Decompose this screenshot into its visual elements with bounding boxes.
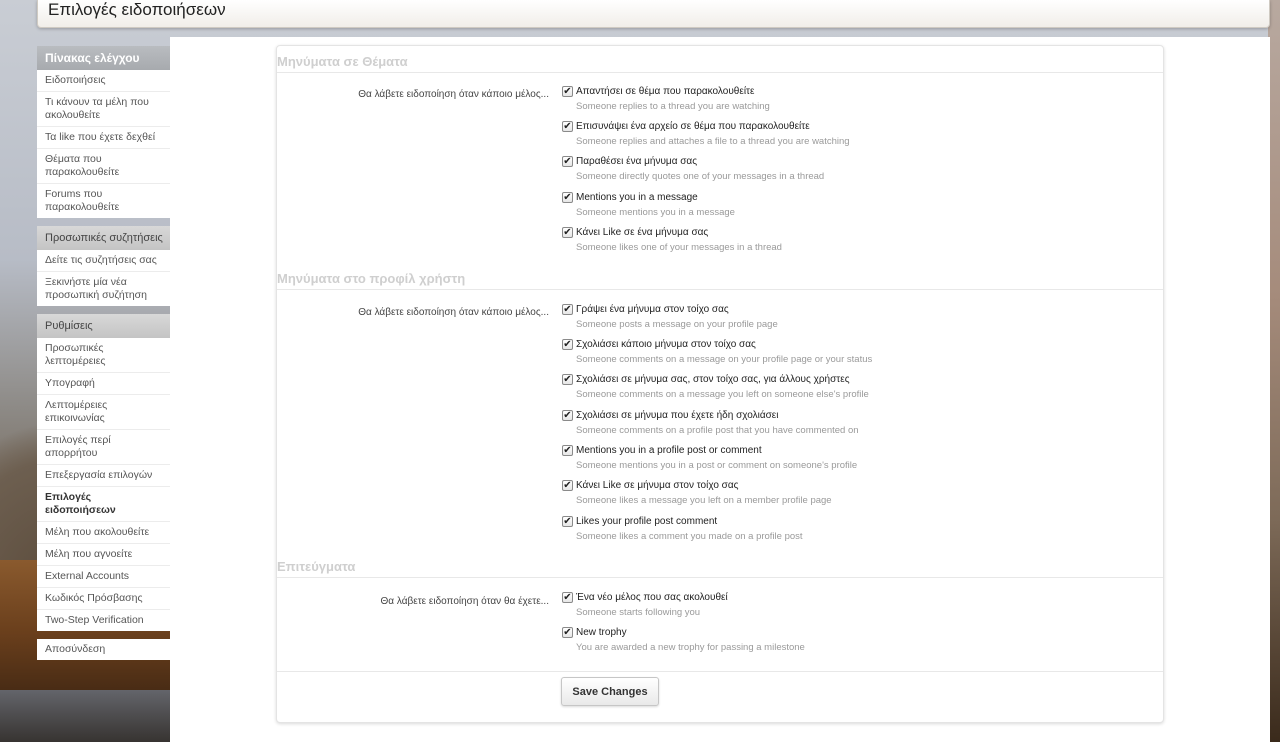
option-label[interactable]: Κάνει Like σε ένα μήνυμα σας: [576, 227, 708, 238]
page-title: Επιλογές ειδοποιήσεων: [48, 0, 226, 19]
alert-option: ✔ Mentions you in a message Someone mentio…: [562, 192, 1152, 224]
checkbox[interactable]: ✔: [562, 480, 573, 491]
alert-option: ✔ Παραθέσει ένα μήνυμα σας Someone directl…: [562, 156, 1152, 188]
checkbox[interactable]: ✔: [562, 445, 573, 456]
row-label-threads: Θα λάβετε ειδοποίηση όταν κάποιο μέλος..…: [358, 89, 549, 100]
sidebar-item-two-step[interactable]: Two-Step Verification: [37, 610, 170, 631]
option-hint: You are awarded a new trophy for passing…: [576, 642, 805, 653]
option-hint: Someone comments on a message on your pr…: [576, 354, 873, 365]
alert-option: ✔ Likes your profile post comment Someone …: [562, 516, 1152, 548]
alert-option: ✔ Mentions you in a profile post or comme…: [562, 445, 1152, 477]
option-label[interactable]: Κάνει Like σε μήνυμα στον τοίχο σας: [576, 480, 738, 491]
checkbox[interactable]: ✔: [562, 192, 573, 203]
option-label[interactable]: Ένα νέο μέλος που σας ακολουθεί: [576, 592, 728, 603]
sidebar-block-logout: Αποσύνδεση: [37, 639, 170, 660]
checkbox[interactable]: ✔: [562, 374, 573, 385]
option-label[interactable]: Mentions you in a profile post or commen…: [576, 445, 762, 456]
row-label-profile: Θα λάβετε ειδοποίηση όταν κάποιο μέλος..…: [358, 307, 549, 318]
option-hint: Someone posts a message on your profile …: [576, 319, 778, 330]
option-label[interactable]: Mentions you in a message: [576, 192, 698, 203]
option-label[interactable]: Likes your profile post comment: [576, 516, 717, 527]
sidebar-item-privacy[interactable]: Επιλογές περί απορρήτου: [37, 430, 170, 465]
sidebar-block-control-panel: Πίνακας ελέγχου Ειδοποιήσεις Τι κάνουν τ…: [37, 46, 170, 218]
sidebar-heading-settings[interactable]: Ρυθμίσεις: [37, 314, 170, 338]
alert-option: ✔ Κάνει Like σε ένα μήνυμα σας Someone lik…: [562, 227, 1152, 259]
section-title-profile: Μηνύματα στο προφίλ χρήστη: [277, 268, 1163, 290]
checkbox[interactable]: ✔: [562, 410, 573, 421]
save-changes-button[interactable]: Save Changes: [561, 677, 659, 706]
option-hint: Someone likes a message you left on a me…: [576, 495, 832, 506]
option-hint: Someone starts following you: [576, 607, 701, 618]
alert-option: ✔ Γράψει ένα μήνυμα στον τοίχο σας Someone…: [562, 304, 1152, 336]
sidebar-item-personal-details[interactable]: Προσωπικές λεπτομέρειες: [37, 338, 170, 373]
section-title-threads: Μηνύματα σε Θέματα: [277, 51, 1163, 73]
sidebar-item-signature[interactable]: Υπογραφή: [37, 373, 170, 395]
sidebar-heading-control-panel[interactable]: Πίνακας ελέγχου: [37, 46, 170, 70]
sidebar-heading-conversations[interactable]: Προσωπικές συζητήσεις: [37, 226, 170, 250]
sidebar-item-alert-preferences[interactable]: Επιλογές ειδοποιήσεων: [37, 487, 170, 522]
sidebar-item-view-conversations[interactable]: Δείτε τις συζητήσεις σας: [37, 250, 170, 272]
sidebar: Πίνακας ελέγχου Ειδοποιήσεις Τι κάνουν τ…: [37, 46, 170, 668]
sidebar-item-external-accounts[interactable]: External Accounts: [37, 566, 170, 588]
option-hint: Someone likes one of your messages in a …: [576, 242, 782, 253]
checkbox[interactable]: ✔: [562, 516, 573, 527]
alert-preferences-form: Save Changes Μηνύματα σε Θέματα Θα λάβετε…: [276, 45, 1164, 723]
option-hint: Someone replies and attaches a file to a…: [576, 136, 850, 147]
option-label[interactable]: Γράψει ένα μήνυμα στον τοίχο σας: [576, 304, 729, 315]
checkbox[interactable]: ✔: [562, 156, 573, 167]
alert-option: ✔ Σχολιάσει σε μήνυμα σας, στον τοίχο σας…: [562, 374, 1152, 406]
checkbox[interactable]: ✔: [562, 304, 573, 315]
sidebar-item-preferences[interactable]: Επεξεργασία επιλογών: [37, 465, 170, 487]
alert-option: ✔ Επισυνάψει ένα αρχείο σε θέμα που παρακ…: [562, 121, 1152, 153]
option-label[interactable]: Σχολιάσει σε μήνυμα που έχετε ήδη σχολιά…: [576, 410, 778, 421]
option-hint: Someone comments on a message you left o…: [576, 389, 869, 400]
sidebar-block-conversations: Προσωπικές συζητήσεις Δείτε τις συζητήσε…: [37, 226, 170, 306]
sidebar-item-watched-threads[interactable]: Θέματα που παρακολουθείτε: [37, 149, 170, 184]
sidebar-item-start-conversation[interactable]: Ξεκινήστε μία νέα προσωπική συζήτηση: [37, 272, 170, 306]
sidebar-item-watched-forums[interactable]: Forums που παρακολουθείτε: [37, 184, 170, 218]
sidebar-item-following[interactable]: Μέλη που ακολουθείτε: [37, 522, 170, 544]
checkbox[interactable]: ✔: [562, 339, 573, 350]
sidebar-item-alerts[interactable]: Ειδοποιήσεις: [37, 70, 170, 92]
option-label[interactable]: Επισυνάψει ένα αρχείο σε θέμα που παρακο…: [576, 121, 810, 132]
option-hint: Someone mentions you in a message: [576, 207, 735, 218]
option-hint: Someone likes a comment you made on a pr…: [576, 531, 803, 542]
option-label[interactable]: Παραθέσει ένα μήνυμα σας: [576, 156, 697, 167]
alert-option: ✔ Ένα νέο μέλος που σας ακολουθεί Someone …: [562, 592, 1152, 624]
page-header: Επιλογές ειδοποιήσεων: [37, 0, 1270, 28]
option-label[interactable]: Απαντήσει σε θέμα που παρακολουθείτε: [576, 86, 754, 97]
checkbox[interactable]: ✔: [562, 227, 573, 238]
checkbox[interactable]: ✔: [562, 86, 573, 97]
alert-option: ✔ New trophy You are awarded a new trophy …: [562, 627, 1152, 659]
sidebar-block-settings: Ρυθμίσεις Προσωπικές λεπτομέρειες Υπογρα…: [37, 314, 170, 631]
sidebar-item-logout[interactable]: Αποσύνδεση: [37, 639, 170, 660]
sidebar-item-news-feed[interactable]: Τι κάνουν τα μέλη που ακολουθείτε: [37, 92, 170, 127]
checkbox[interactable]: ✔: [562, 592, 573, 603]
option-label[interactable]: New trophy: [576, 627, 627, 638]
sidebar-item-likes-received[interactable]: Τα like που έχετε δεχθεί: [37, 127, 170, 149]
section-title-achievements: Επιτεύγματα: [277, 556, 1163, 578]
background-water: [0, 690, 175, 742]
submit-bar: Save Changes: [277, 671, 1163, 723]
alert-option: ✔ Κάνει Like σε μήνυμα στον τοίχο σας Some…: [562, 480, 1152, 512]
option-hint: Someone comments on a profile post that …: [576, 425, 859, 436]
option-label[interactable]: Σχολιάσει σε μήνυμα σας, στον τοίχο σας,…: [576, 374, 850, 385]
option-hint: Someone replies to a thread you are watc…: [576, 101, 770, 112]
sidebar-item-contact-details[interactable]: Λεπτομέρειες επικοινωνίας: [37, 395, 170, 430]
alert-option: ✔ Σχολιάσει σε μήνυμα που έχετε ήδη σχολι…: [562, 410, 1152, 442]
checkbox[interactable]: ✔: [562, 627, 573, 638]
alert-option: ✔ Απαντήσει σε θέμα που παρακολουθείτε Som…: [562, 86, 1152, 118]
alert-option: ✔ Σχολιάσει κάποιο μήνυμα στον τοίχο σας S…: [562, 339, 1152, 371]
checkbox[interactable]: ✔: [562, 121, 573, 132]
sidebar-item-password[interactable]: Κωδικός Πρόσβασης: [37, 588, 170, 610]
sidebar-item-ignoring[interactable]: Μέλη που αγνοείτε: [37, 544, 170, 566]
option-label[interactable]: Σχολιάσει κάποιο μήνυμα στον τοίχο σας: [576, 339, 756, 350]
row-label-achievements: Θα λάβετε ειδοποίηση όταν θα έχετε...: [380, 596, 549, 607]
main-panel: Save Changes Μηνύματα σε Θέματα Θα λάβετε…: [170, 37, 1270, 742]
option-hint: Someone directly quotes one of your mess…: [576, 171, 825, 182]
option-hint: Someone mentions you in a post or commen…: [576, 460, 858, 471]
